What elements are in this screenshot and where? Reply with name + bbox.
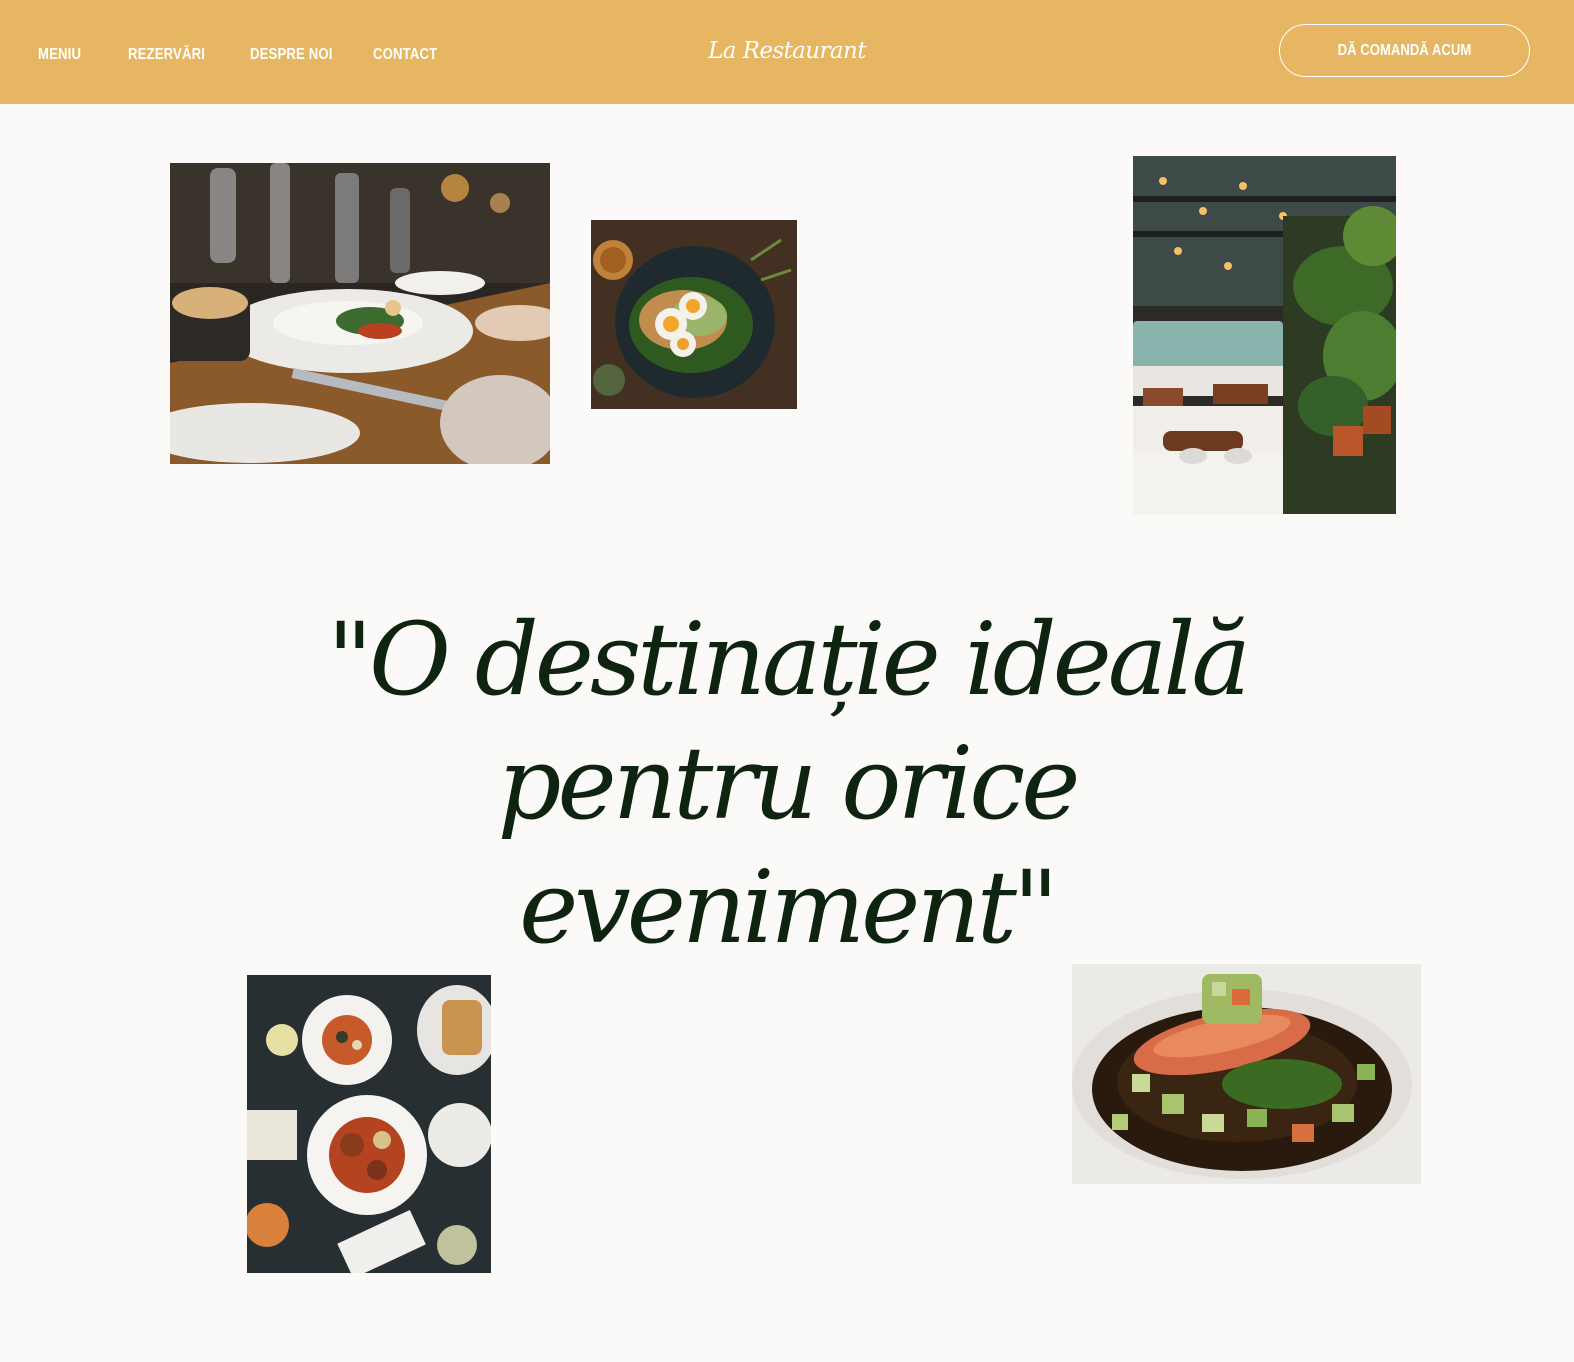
- order-now-button[interactable]: DĂ COMANDĂ ACUM: [1279, 24, 1530, 77]
- photo-served-dish: [170, 163, 550, 464]
- photo-restaurant-interior: [1133, 156, 1396, 514]
- hero-quote-line-2: pentru orice: [497, 725, 1081, 842]
- order-now-label: DĂ COMANDĂ ACUM: [1337, 41, 1472, 59]
- photo-salmon-dish: [1072, 964, 1421, 1184]
- hero-quote-line-3: eveniment": [519, 849, 1059, 966]
- hero-quote: "O destinație ideală pentru orice evenim…: [280, 598, 1294, 970]
- photo-overhead-table: [247, 975, 491, 1273]
- photo-egg-toast: [591, 220, 797, 409]
- site-header: MENIU REZERVĂRI DESPRE NOI CONTACT La Re…: [0, 0, 1574, 104]
- hero-quote-line-1: "O destinație ideală: [327, 601, 1251, 718]
